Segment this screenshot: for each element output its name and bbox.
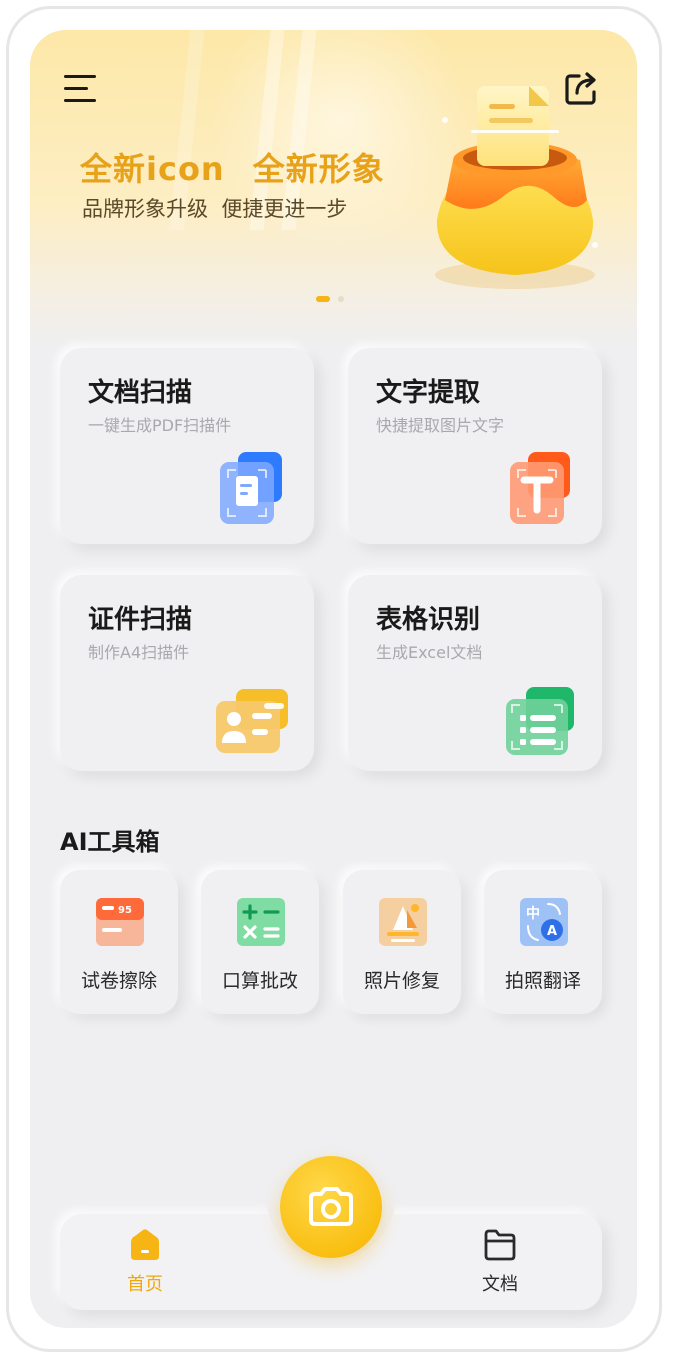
nav-item-home[interactable]: 首页 bbox=[95, 1214, 195, 1310]
tool-label: 口算批改 bbox=[221, 970, 298, 992]
card-title: 文档扫描 bbox=[88, 378, 193, 408]
exam-erase-icon: 95 bbox=[96, 898, 144, 946]
carousel-dot bbox=[338, 296, 344, 302]
card-title: 表格识别 bbox=[376, 605, 481, 635]
card-title: 证件扫描 bbox=[88, 605, 193, 635]
text-extract-icon bbox=[510, 452, 570, 524]
ai-toolbox-title: AI工具箱 bbox=[60, 828, 160, 856]
svg-text:A: A bbox=[547, 924, 557, 939]
nav-label-home: 首页 bbox=[127, 1274, 163, 1295]
calculator-icon bbox=[237, 898, 285, 946]
card-desc: 快捷提取图片文字 bbox=[376, 416, 505, 435]
menu-icon[interactable] bbox=[64, 75, 98, 103]
feature-card-text-extract[interactable]: 文字提取 快捷提取图片文字 bbox=[348, 348, 602, 544]
card-desc: 一键生成PDF扫描件 bbox=[88, 416, 232, 435]
tool-photo-translate[interactable]: 中 A 拍照翻译 bbox=[484, 870, 602, 1014]
tool-label: 照片修复 bbox=[363, 970, 440, 992]
camera-icon bbox=[309, 1187, 353, 1226]
id-card-scan-icon bbox=[216, 689, 288, 753]
tool-photo-repair[interactable]: 照片修复 bbox=[343, 870, 461, 1014]
translate-icon: 中 A bbox=[520, 898, 568, 946]
promo-banner[interactable]: 全新icon 全新形象 品牌形象升级 便捷更进一步 bbox=[30, 30, 637, 350]
tool-label: 试卷擦除 bbox=[80, 970, 157, 992]
camera-button[interactable] bbox=[280, 1156, 382, 1258]
app-screen: 全新icon 全新形象 品牌形象升级 便捷更进一步 文档扫描 一键生成PDF扫描… bbox=[30, 30, 637, 1328]
banner-title: 全新icon 全新形象 bbox=[80, 144, 385, 190]
tool-label: 拍照翻译 bbox=[504, 970, 581, 992]
scanner-illustration bbox=[435, 86, 598, 289]
carousel-dot-active bbox=[316, 296, 330, 302]
document-scan-icon bbox=[220, 452, 282, 524]
banner-subtitle: 品牌形象升级 便捷更进一步 bbox=[82, 197, 348, 221]
feature-card-table-recognize[interactable]: 表格识别 生成Excel文档 bbox=[348, 575, 602, 771]
card-desc: 生成Excel文档 bbox=[376, 643, 483, 662]
card-desc: 制作A4扫描件 bbox=[88, 643, 190, 662]
svg-text:中: 中 bbox=[526, 905, 540, 922]
feature-card-id-scan[interactable]: 证件扫描 制作A4扫描件 bbox=[60, 575, 314, 771]
folder-icon bbox=[484, 1229, 516, 1261]
feature-card-document-scan[interactable]: 文档扫描 一键生成PDF扫描件 bbox=[60, 348, 314, 544]
banner-title-part1: 全新icon bbox=[80, 150, 225, 188]
tool-exam-erase[interactable]: 95 试卷擦除 bbox=[60, 870, 178, 1014]
nav-label-docs: 文档 bbox=[482, 1274, 518, 1295]
table-recognize-icon bbox=[506, 687, 574, 755]
banner-title-part2: 全新形象 bbox=[252, 150, 385, 188]
svg-text:95: 95 bbox=[118, 905, 132, 916]
tool-oral-calc[interactable]: 口算批改 bbox=[201, 870, 319, 1014]
home-icon bbox=[131, 1229, 159, 1260]
nav-item-docs[interactable]: 文档 bbox=[450, 1214, 550, 1310]
card-title: 文字提取 bbox=[376, 378, 481, 408]
photo-repair-icon bbox=[379, 898, 427, 946]
